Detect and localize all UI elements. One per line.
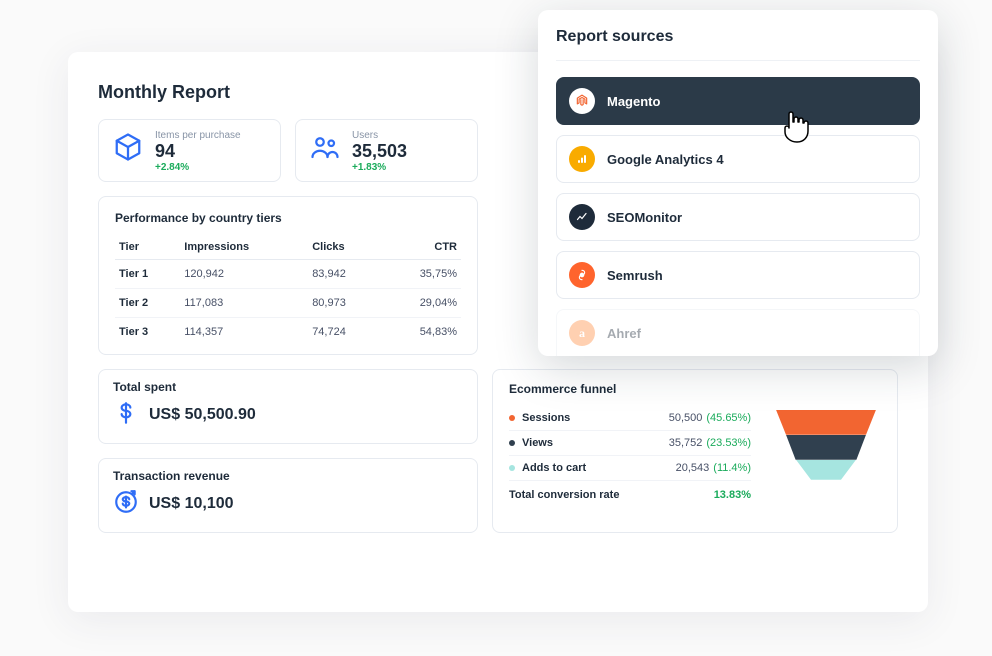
total-spent-title: Total spent — [113, 380, 463, 394]
transaction-revenue-title: Transaction revenue — [113, 469, 463, 483]
magento-icon — [569, 88, 595, 114]
col-clicks: Clicks — [308, 235, 381, 260]
funnel-segment-3 — [796, 460, 856, 480]
funnel-segment-1 — [776, 410, 876, 435]
col-tier: Tier — [115, 235, 180, 260]
col-ctr: CTR — [381, 235, 461, 260]
kpi-delta: +2.84% — [155, 162, 241, 173]
funnel-chart — [771, 406, 881, 501]
performance-table: Tier Impressions Clicks CTR Tier 1 120,9… — [115, 235, 461, 346]
report-sources-panel: Report sources Magento Google Analytics … — [538, 10, 938, 356]
kpi-users: Users 35,503 +1.83% — [295, 119, 478, 182]
transaction-revenue-value: US$ 10,100 — [149, 495, 234, 513]
source-label: SEOMonitor — [607, 210, 682, 225]
revenue-icon — [113, 489, 139, 520]
source-label: Magento — [607, 94, 660, 109]
funnel-row-sessions: Sessions 50,500 (45.65%) — [509, 406, 751, 431]
total-spent-card: Total spent US$ 50,500.90 — [98, 369, 478, 444]
google-analytics-icon — [569, 146, 595, 172]
funnel-segment-2 — [786, 435, 866, 460]
report-sources-title: Report sources — [556, 28, 920, 61]
source-label: Ahref — [607, 326, 641, 341]
users-icon — [308, 130, 342, 164]
funnel-list: Sessions 50,500 (45.65%) Views 35,752 (2… — [509, 406, 751, 501]
semrush-icon — [569, 262, 595, 288]
ahref-icon: a — [569, 320, 595, 346]
table-row: Tier 2 117,083 80,973 29,04% — [115, 288, 461, 317]
kpi-row: Items per purchase 94 +2.84% Users 35,50… — [98, 119, 478, 182]
kpi-items-per-purchase: Items per purchase 94 +2.84% — [98, 119, 281, 182]
source-item-semrush[interactable]: Semrush — [556, 251, 920, 299]
funnel-row-adds: Adds to cart 20,543 (11.4%) — [509, 456, 751, 481]
table-row: Tier 1 120,942 83,942 35,75% — [115, 259, 461, 288]
col-impressions: Impressions — [180, 235, 308, 260]
ecommerce-funnel-card: Ecommerce funnel Sessions 50,500 (45.65%… — [492, 369, 898, 533]
kpi-value: 35,503 — [352, 142, 407, 162]
kpi-delta: +1.83% — [352, 162, 407, 173]
source-item-ga4[interactable]: Google Analytics 4 — [556, 135, 920, 183]
total-spent-value: US$ 50,500.90 — [149, 406, 256, 424]
box-icon — [111, 130, 145, 164]
source-label: Google Analytics 4 — [607, 152, 724, 167]
dot-icon — [509, 415, 515, 421]
source-item-seomonitor[interactable]: SEOMonitor — [556, 193, 920, 241]
table-row: Tier 3 114,357 74,724 54,83% — [115, 317, 461, 346]
funnel-title: Ecommerce funnel — [509, 382, 881, 396]
kpi-value: 94 — [155, 142, 241, 162]
dot-icon — [509, 465, 515, 471]
funnel-row-views: Views 35,752 (23.53%) — [509, 431, 751, 456]
transaction-revenue-card: Transaction revenue US$ 10,100 — [98, 458, 478, 533]
performance-title: Performance by country tiers — [115, 211, 461, 225]
performance-card: Performance by country tiers Tier Impres… — [98, 196, 478, 355]
source-item-ahref[interactable]: a Ahref — [556, 309, 920, 356]
source-item-magento[interactable]: Magento — [556, 77, 920, 125]
dollar-icon — [113, 400, 139, 431]
funnel-total: Total conversion rate 13.83% — [509, 481, 751, 501]
seomonitor-icon — [569, 204, 595, 230]
source-label: Semrush — [607, 268, 663, 283]
dot-icon — [509, 440, 515, 446]
